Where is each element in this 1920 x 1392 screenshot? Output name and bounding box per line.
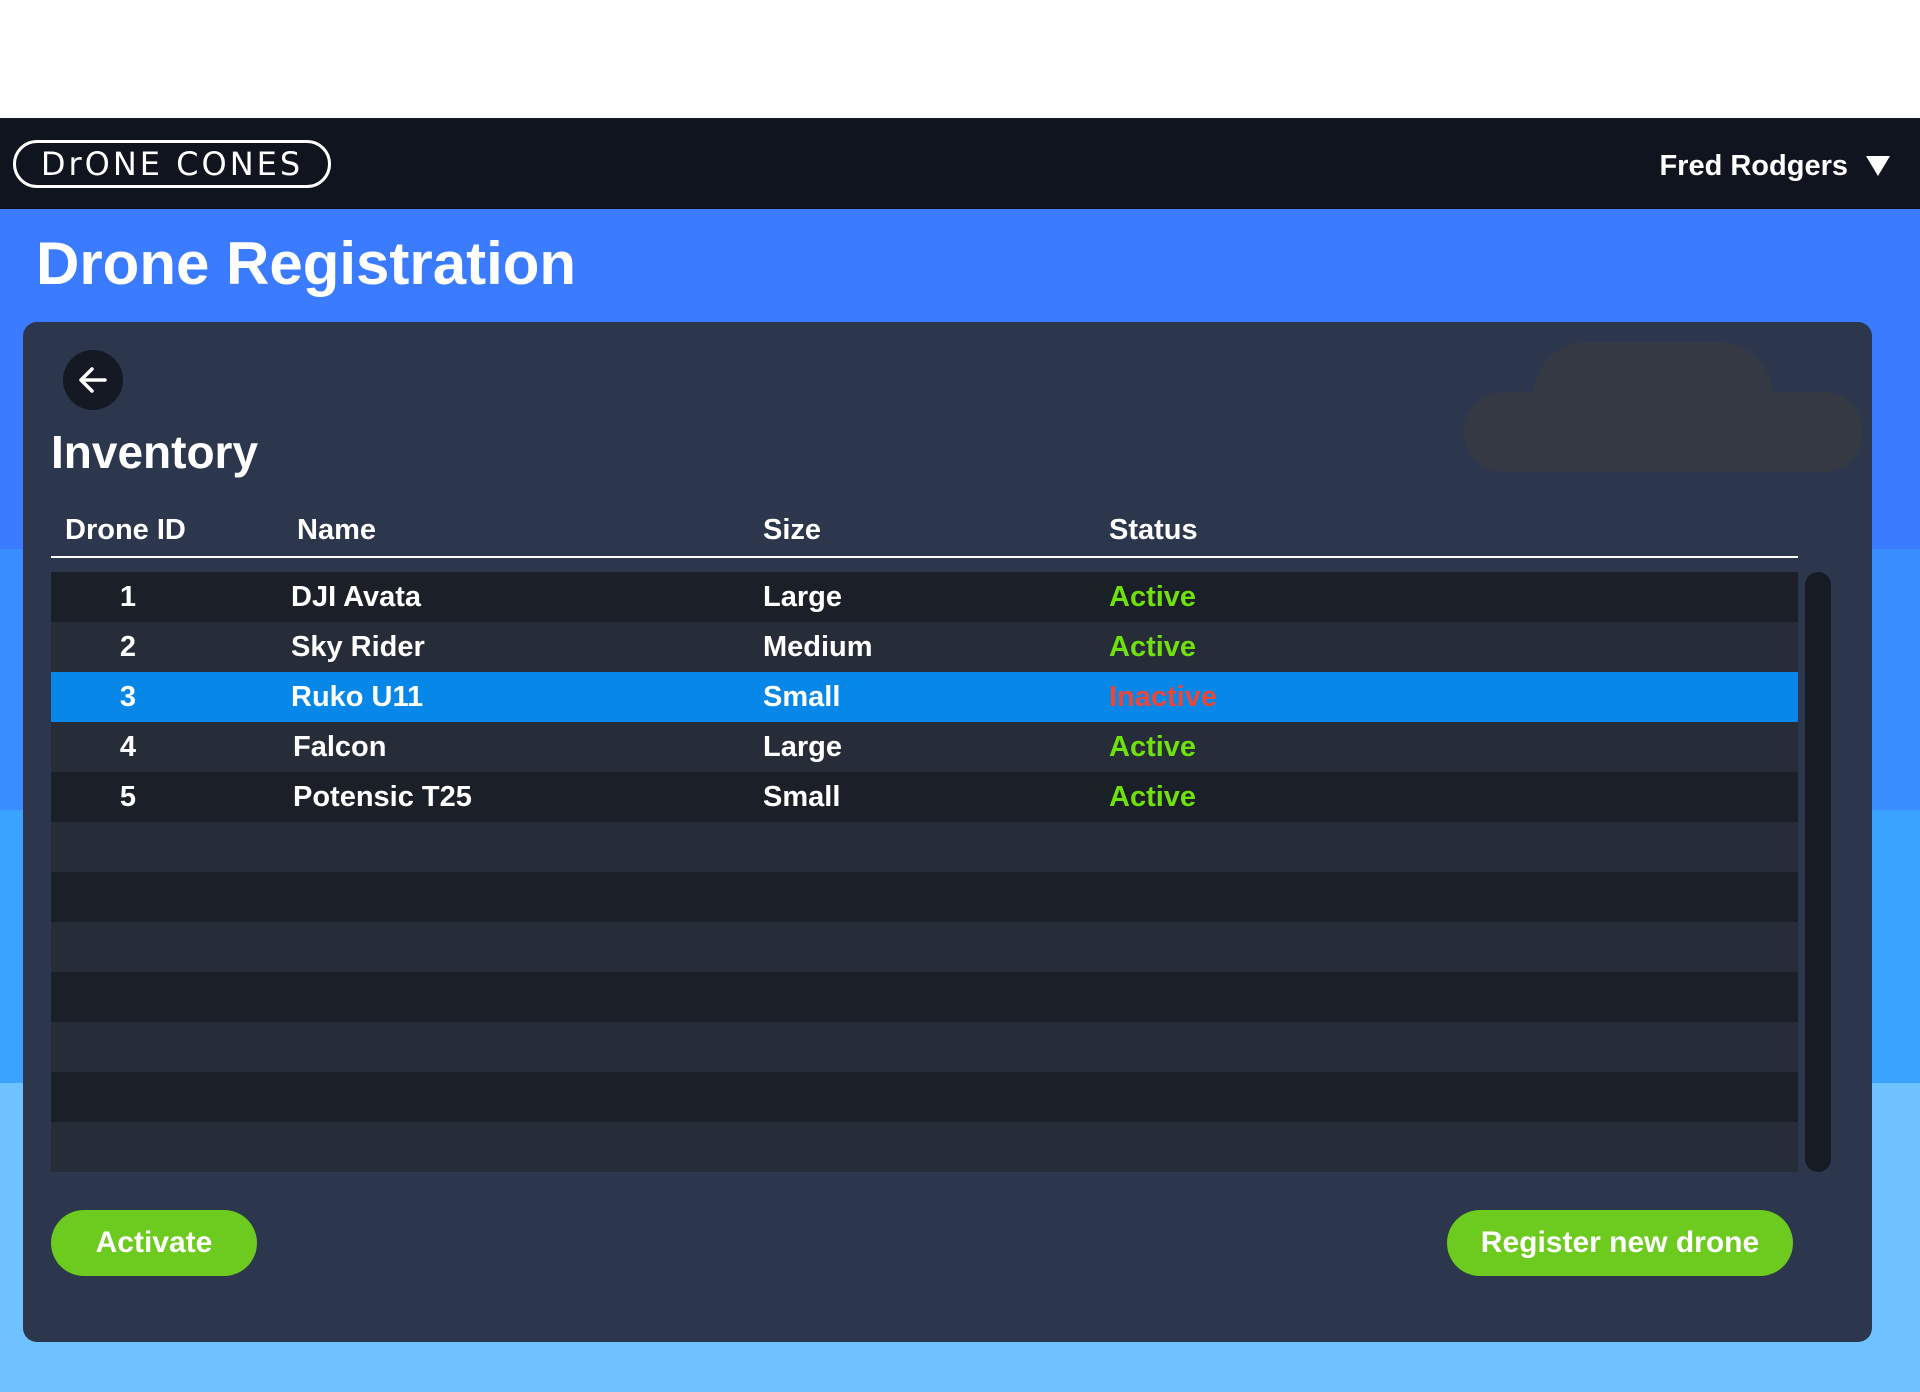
cell-name: DJI Avata [291,581,422,613]
table-scrollbar[interactable] [1805,572,1831,1172]
cloud-decoration [1463,392,1863,472]
column-header-drone-id[interactable]: Drone ID [65,514,186,547]
drone-cones-logo[interactable]: DrONE CONES [13,140,331,188]
table-header: Drone ID Name Size Status [51,508,1798,558]
arrow-left-icon [79,367,107,393]
back-button[interactable] [63,350,123,410]
activate-button[interactable]: Activate [51,1210,257,1276]
empty-row [51,972,1798,1022]
empty-row [51,1072,1798,1122]
cell-status: Active [1109,781,1197,813]
cell-name: Falcon [293,731,387,763]
column-header-status[interactable]: Status [1109,514,1198,547]
cell-name: Sky Rider [291,631,425,663]
cell-drone-id: 5 [119,781,137,813]
cell-drone-id: 4 [119,731,137,763]
empty-row [51,1022,1798,1072]
cell-name: Potensic T25 [293,781,472,813]
user-menu[interactable]: Fred Rodgers [1659,146,1890,186]
caret-down-icon [1866,156,1890,176]
cell-size: Small [763,781,841,813]
cell-status: Inactive [1109,681,1217,713]
user-name: Fred Rodgers [1659,149,1848,182]
column-header-size[interactable]: Size [763,514,821,547]
table-row[interactable]: 2 Sky Rider Medium Active [51,622,1798,672]
cell-status: Active [1109,631,1197,663]
cell-size: Large [763,581,842,613]
table-row-selected[interactable]: 3 Ruko U11 Small Inactive [51,672,1798,722]
empty-row [51,922,1798,972]
cell-size: Large [763,731,842,763]
table-row[interactable]: 5 Potensic T25 Small Active [51,772,1798,822]
empty-row [51,872,1798,922]
cell-size: Small [763,681,841,713]
top-margin [0,0,1920,118]
column-header-name[interactable]: Name [297,514,376,547]
app-header: DrONE CONES Fred Rodgers [0,118,1920,209]
empty-row [51,1122,1798,1172]
cell-size: Medium [763,631,873,663]
register-new-drone-button[interactable]: Register new drone [1447,1210,1793,1276]
cell-drone-id: 2 [119,631,137,663]
inventory-table: 1 DJI Avata Large Active 2 Sky Rider Med… [51,572,1798,1172]
cell-name: Ruko U11 [291,681,424,713]
table-row[interactable]: 4 Falcon Large Active [51,722,1798,772]
page-title: Drone Registration [36,230,577,297]
cell-drone-id: 1 [119,581,137,613]
cell-status: Active [1109,731,1197,763]
table-row[interactable]: 1 DJI Avata Large Active [51,572,1798,622]
cell-status: Active [1109,581,1197,613]
cell-drone-id: 3 [119,681,137,713]
inventory-panel: Inventory Drone ID Name Size Status 1 DJ… [23,322,1872,1342]
inventory-title: Inventory [51,426,259,478]
empty-row [51,822,1798,872]
